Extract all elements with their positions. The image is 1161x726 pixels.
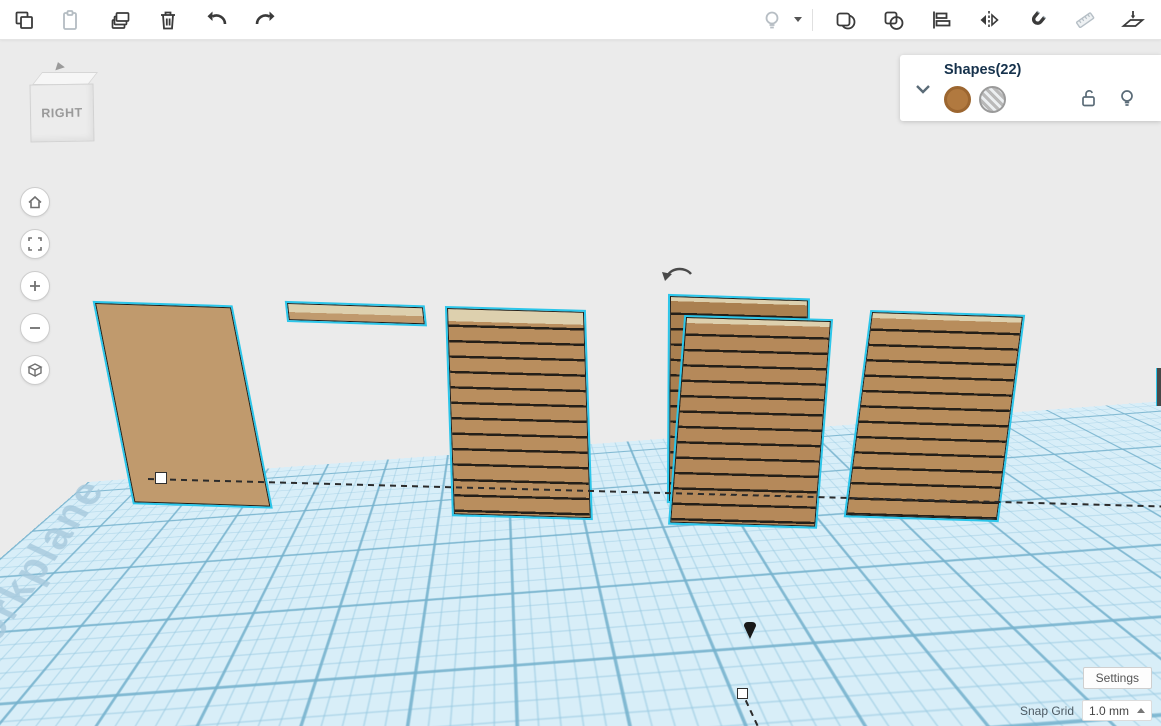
copy-icon bbox=[12, 8, 36, 32]
toolbar-divider bbox=[812, 9, 813, 31]
wood-panel-slatted-2[interactable] bbox=[846, 312, 1023, 520]
duplicate-button[interactable] bbox=[102, 2, 138, 38]
home-view-button[interactable] bbox=[20, 187, 50, 217]
copy-button[interactable] bbox=[6, 2, 42, 38]
zoom-out-button[interactable] bbox=[20, 313, 50, 343]
redo-button[interactable] bbox=[246, 2, 282, 38]
delete-button[interactable] bbox=[150, 2, 186, 38]
snap-grid-select[interactable]: 1.0 mm bbox=[1082, 700, 1152, 721]
snap-button[interactable] bbox=[1019, 2, 1055, 38]
shapes-panel-title: Shapes(22) bbox=[944, 62, 1021, 78]
undo-button[interactable] bbox=[200, 2, 236, 38]
align-icon bbox=[929, 8, 953, 32]
magnet-icon bbox=[1025, 8, 1049, 32]
ruler-button[interactable] bbox=[1067, 2, 1103, 38]
workplane-icon bbox=[1121, 8, 1145, 32]
view-cube-face-label[interactable]: RIGHT bbox=[29, 83, 94, 142]
group-button[interactable] bbox=[827, 2, 863, 38]
paste-icon bbox=[58, 8, 82, 32]
perspective-toggle-button[interactable] bbox=[20, 355, 50, 385]
offscreen-shape-edge[interactable] bbox=[1156, 368, 1161, 406]
color-swatch-wood[interactable] bbox=[944, 86, 971, 113]
viewport-3d[interactable]: Workplane RIGHT bbox=[0, 40, 1161, 726]
ungroup-icon bbox=[881, 8, 905, 32]
ortho-cube-icon bbox=[26, 361, 44, 379]
hole-swatch-hatched[interactable] bbox=[979, 86, 1006, 113]
snap-grid-value: 1.0 mm bbox=[1089, 704, 1129, 718]
show-all-button[interactable] bbox=[754, 2, 790, 38]
minus-icon bbox=[26, 319, 44, 337]
view-nav-column bbox=[20, 187, 50, 385]
fit-view-button[interactable] bbox=[20, 229, 50, 259]
rotate-handle[interactable] bbox=[660, 261, 696, 288]
rotate-arrow-icon bbox=[660, 261, 696, 283]
zoom-in-button[interactable] bbox=[20, 271, 50, 301]
home-icon bbox=[26, 193, 44, 211]
scale-handle[interactable] bbox=[737, 688, 748, 699]
raise-handle[interactable] bbox=[742, 621, 758, 645]
ruler-icon bbox=[1073, 8, 1097, 32]
chevron-down-icon bbox=[794, 17, 802, 22]
align-button[interactable] bbox=[923, 2, 959, 38]
settings-button[interactable]: Settings bbox=[1083, 667, 1152, 689]
workplane-button[interactable] bbox=[1115, 2, 1151, 38]
shapes-inspector-panel: Shapes(22) bbox=[900, 55, 1161, 121]
trash-icon bbox=[156, 8, 180, 32]
ungroup-button[interactable] bbox=[875, 2, 911, 38]
unlock-icon bbox=[1078, 87, 1100, 109]
group-icon bbox=[833, 8, 857, 32]
snap-grid-row: Snap Grid 1.0 mm bbox=[1020, 700, 1152, 721]
scale-handle[interactable] bbox=[155, 472, 167, 484]
bulb-icon bbox=[760, 8, 784, 32]
paste-button[interactable] bbox=[52, 2, 88, 38]
hide-toggle-button[interactable] bbox=[1114, 86, 1140, 112]
snap-grid-label: Snap Grid bbox=[1020, 704, 1074, 718]
fit-view-icon bbox=[26, 235, 44, 253]
chevron-down-icon bbox=[913, 79, 933, 99]
top-toolbar bbox=[0, 0, 1161, 40]
undo-icon bbox=[206, 8, 230, 32]
view-cube[interactable]: RIGHT bbox=[26, 66, 100, 152]
cone-handle-icon bbox=[742, 621, 758, 640]
lock-toggle-button[interactable] bbox=[1076, 86, 1102, 112]
orbit-arrow-icon bbox=[53, 61, 65, 71]
duplicate-icon bbox=[108, 8, 132, 32]
mirror-button[interactable] bbox=[971, 2, 1007, 38]
chevron-up-icon bbox=[1137, 708, 1145, 713]
mirror-icon bbox=[977, 8, 1001, 32]
plus-icon bbox=[26, 277, 44, 295]
show-all-dropdown[interactable] bbox=[790, 2, 806, 38]
bulb-icon bbox=[1116, 87, 1138, 109]
collapse-panel-button[interactable] bbox=[912, 79, 934, 101]
redo-icon bbox=[252, 8, 276, 32]
